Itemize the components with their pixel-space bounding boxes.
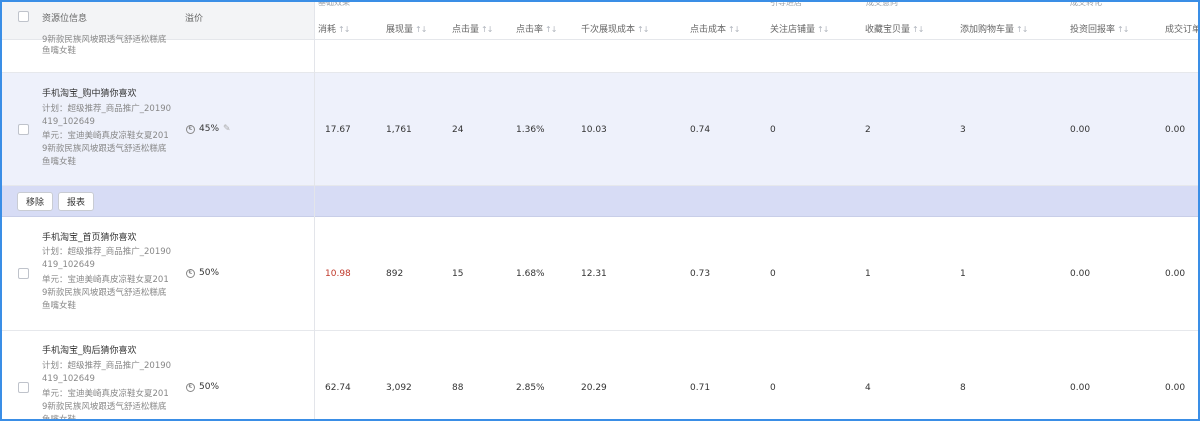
row-checkbox[interactable]: [18, 124, 29, 135]
column-header-impressions[interactable]: 展现量 ↑↓: [386, 22, 427, 35]
premium-cell: € 50%: [186, 268, 219, 278]
row-checkbox[interactable]: [18, 268, 29, 279]
premium-cell: € 50%: [186, 382, 219, 392]
cell-add-to-cart: 3: [960, 125, 966, 135]
column-header-clicks[interactable]: 点击量 ↑↓: [452, 22, 493, 35]
sort-icon[interactable]: ↑↓: [481, 25, 493, 34]
column-header-orders[interactable]: 成交订单: [1165, 22, 1198, 35]
resource-unit-text: 鱼嘴女鞋: [42, 46, 77, 56]
pencil-icon[interactable]: ✎: [223, 124, 231, 134]
column-header-resource-info[interactable]: 资源位信息: [42, 11, 87, 24]
row-action-bar: 移除 报表: [2, 186, 1198, 217]
cell-ctr: 1.68%: [516, 269, 545, 279]
premium-cell: € 45% ✎: [186, 124, 231, 134]
table-header-scroll: 基础效果 引导进店 成交意向 成交转化: [314, 0, 1198, 40]
resource-title: 手机淘宝_购中猜你喜欢: [42, 89, 137, 99]
cell-impressions: 892: [386, 269, 404, 279]
sort-icon[interactable]: ↑↓: [637, 25, 649, 34]
sort-icon[interactable]: ↑↓: [1117, 25, 1129, 34]
cell-cpc: 0.74: [690, 125, 711, 135]
resource-unit: 单元：宝迪美崎真皮凉鞋女夏2019新款民族风坡跟透气舒适松糕底鱼嘴女鞋: [42, 275, 169, 311]
cell-shop-follows: 0: [770, 383, 776, 393]
cell-ctr: 1.36%: [516, 125, 545, 135]
row-checkbox[interactable]: [18, 382, 29, 393]
sort-icon[interactable]: ↑↓: [728, 25, 740, 34]
resource-plan: 计划：超级推荐_商品推广_20190419_102649: [42, 247, 172, 270]
resource-unit: 单元：宝迪美崎真皮凉鞋女夏2019新款民族风坡跟透气舒适松糕底鱼嘴女鞋: [42, 131, 169, 167]
cell-favorites: 2: [865, 125, 871, 135]
cell-roi: 0.00: [1070, 269, 1091, 279]
sort-icon[interactable]: ↑↓: [415, 25, 427, 34]
sort-icon[interactable]: ↑↓: [1016, 25, 1028, 34]
cell-orders: 0.00: [1165, 269, 1186, 279]
cell-cpc: 0.73: [690, 269, 711, 279]
cell-clicks: 88: [452, 383, 464, 393]
premium-value: 50%: [199, 268, 220, 278]
cell-cpm: 10.03: [581, 125, 607, 135]
cell-orders: 0.00: [1165, 383, 1186, 393]
column-header-cpm[interactable]: 千次展现成本 ↑↓: [581, 22, 649, 35]
cell-impressions: 1,761: [386, 125, 412, 135]
resource-title: 手机淘宝_购后猜你喜欢: [42, 346, 137, 356]
resource-title: 手机淘宝_首页猜你喜欢: [42, 233, 137, 243]
column-group-store-visit: 引导进店: [770, 0, 802, 7]
sort-icon[interactable]: ↑↓: [912, 25, 924, 34]
column-header-cpc[interactable]: 点击成本 ↑↓: [690, 22, 740, 35]
cell-impressions: 3,092: [386, 383, 412, 393]
coin-icon: €: [186, 268, 195, 278]
table-row-partial: 9新款民族风坡跟透气舒适松糕底 鱼嘴女鞋: [2, 35, 1198, 73]
cell-favorites: 1: [865, 269, 871, 279]
cell-favorites: 4: [865, 383, 871, 393]
cell-add-to-cart: 8: [960, 383, 966, 393]
report-button[interactable]: 报表: [58, 192, 95, 211]
resource-unit: 单元：宝迪美崎真皮凉鞋女夏2019新款民族风坡跟透气舒适松糕底鱼嘴女鞋: [42, 389, 169, 421]
cell-ctr: 2.85%: [516, 383, 545, 393]
column-header-cost[interactable]: 消耗 ↑↓: [318, 22, 350, 35]
cell-cpc: 0.71: [690, 383, 711, 393]
fixed-column-divider: [314, 2, 315, 419]
sort-icon[interactable]: ↑↓: [338, 25, 350, 34]
premium-value: 50%: [199, 382, 220, 392]
column-header-shop-follows[interactable]: 关注店铺量 ↑↓: [770, 22, 829, 35]
column-header-ctr[interactable]: 点击率 ↑↓: [516, 22, 557, 35]
cell-cpm: 20.29: [581, 383, 607, 393]
column-header-roi[interactable]: 投资回报率 ↑↓: [1070, 22, 1129, 35]
column-header-premium[interactable]: 溢价: [185, 11, 203, 24]
report-table-frame: 资源位信息 溢价 基础效果 引导进店 成交意向 成交转化 消耗 ↑↓ 展现量 ↑↓ …: [0, 0, 1200, 421]
table-row[interactable]: 手机淘宝_首页猜你喜欢 计划：超级推荐_商品推广_20190419_102649…: [2, 217, 1198, 331]
cell-clicks: 15: [452, 269, 464, 279]
cell-roi: 0.00: [1070, 383, 1091, 393]
column-group-intent: 成交意向: [866, 0, 898, 7]
column-group-basic: 基础效果: [318, 0, 350, 7]
coin-icon: €: [186, 382, 195, 392]
select-all-checkbox[interactable]: [18, 11, 29, 22]
column-header-add-to-cart[interactable]: 添加购物车量 ↑↓: [960, 22, 1028, 35]
cell-cost: 17.67: [325, 125, 351, 135]
sort-icon[interactable]: ↑↓: [545, 25, 557, 34]
resource-plan: 计划：超级推荐_商品推广_20190419_102649: [42, 361, 172, 384]
cell-cost: 62.74: [325, 383, 351, 393]
cell-shop-follows: 0: [770, 269, 776, 279]
cell-cost: 10.98: [325, 269, 351, 279]
column-group-conversion: 成交转化: [1070, 0, 1102, 7]
cell-shop-follows: 0: [770, 125, 776, 135]
sort-icon[interactable]: ↑↓: [817, 25, 829, 34]
table-row[interactable]: 手机淘宝_购中猜你喜欢 计划：超级推荐_商品推广_20190419_102649…: [2, 73, 1198, 186]
cell-add-to-cart: 1: [960, 269, 966, 279]
cell-orders: 0.00: [1165, 125, 1186, 135]
cell-cpm: 12.31: [581, 269, 607, 279]
resource-plan: 计划：超级推荐_商品推广_20190419_102649: [42, 104, 172, 127]
coin-icon: €: [186, 124, 195, 134]
table-row[interactable]: 手机淘宝_购后猜你喜欢 计划：超级推荐_商品推广_20190419_102649…: [2, 331, 1198, 421]
premium-value: 45%: [199, 124, 220, 134]
cell-clicks: 24: [452, 125, 464, 135]
remove-button[interactable]: 移除: [17, 192, 54, 211]
column-header-favorites[interactable]: 收藏宝贝量 ↑↓: [865, 22, 924, 35]
cell-roi: 0.00: [1070, 125, 1091, 135]
